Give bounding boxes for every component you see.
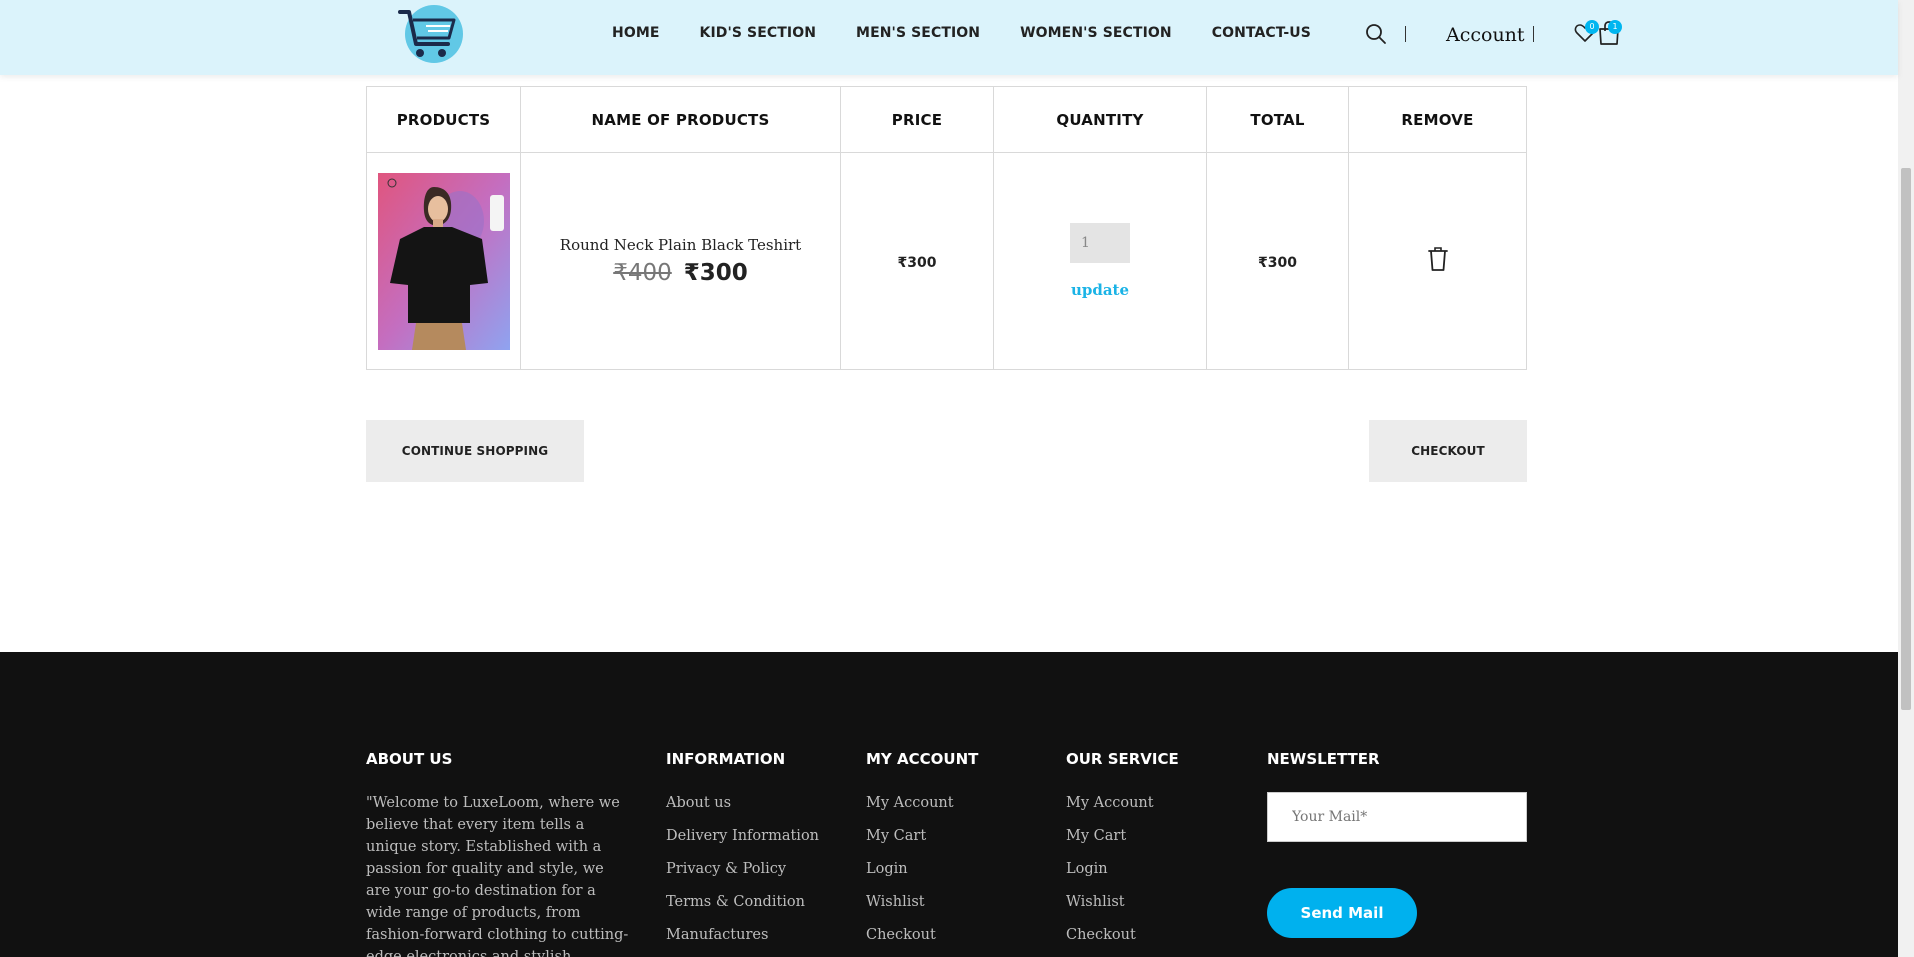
quantity-cell: update	[993, 152, 1207, 370]
update-quantity-link[interactable]: update	[994, 281, 1206, 299]
continue-shopping-button[interactable]: CONTINUE SHOPPING	[366, 420, 584, 482]
quantity-input[interactable]	[1070, 223, 1130, 263]
column-header-name: NAME OF PRODUCTS	[520, 86, 841, 153]
footer-information-links: About us Delivery Information Privacy & …	[666, 792, 819, 957]
column-header-price: PRICE	[840, 86, 994, 153]
cart-logo-icon[interactable]	[396, 0, 466, 72]
footer-link-manufactures[interactable]: Manufactures	[666, 924, 819, 957]
account-link[interactable]: Account	[1446, 24, 1525, 46]
footer-newsletter-title: NEWSLETTER	[1267, 750, 1380, 768]
checkout-button[interactable]: CHECKOUT	[1369, 420, 1527, 482]
line-total: ₹300	[1258, 254, 1297, 271]
footer-link-checkout[interactable]: Checkout	[1066, 924, 1179, 957]
sale-price: ₹300	[683, 260, 748, 286]
total-cell: ₹300	[1206, 152, 1349, 370]
footer-information-title: INFORMATION	[666, 750, 786, 768]
footer-link-my-account[interactable]: My Account	[1066, 792, 1179, 825]
column-header-quantity: QUANTITY	[993, 86, 1207, 153]
main-nav: HOME KID'S SECTION MEN'S SECTION WOMEN'S…	[612, 25, 1351, 41]
cart-item-row: Round Neck Plain Black Teshirt ₹400 ₹300…	[366, 152, 1527, 370]
nav-home[interactable]: HOME	[612, 25, 660, 41]
footer-my-account-title: MY ACCOUNT	[866, 750, 979, 768]
footer-link-wishlist[interactable]: Wishlist	[1066, 891, 1179, 924]
product-image[interactable]	[377, 172, 510, 350]
scrollbar-thumb[interactable]	[1901, 168, 1911, 710]
product-image-cell	[366, 152, 521, 370]
column-header-products: PRODUCTS	[366, 86, 521, 153]
footer-link-login[interactable]: Login	[866, 858, 978, 891]
remove-cell	[1348, 152, 1527, 370]
cart-table: PRODUCTS NAME OF PRODUCTS PRICE QUANTITY…	[366, 86, 1527, 370]
footer-about-text: "Welcome to LuxeLoom, where we believe t…	[366, 795, 629, 957]
header-divider	[1533, 26, 1534, 42]
product-name[interactable]: Round Neck Plain Black Teshirt	[521, 236, 840, 254]
footer-our-service: OUR SERVICE My Account My Cart Login Wis…	[1066, 750, 1179, 957]
footer-link-checkout[interactable]: Checkout	[866, 924, 978, 957]
footer-my-account: MY ACCOUNT My Account My Cart Login Wish…	[866, 750, 978, 957]
old-price: ₹400	[613, 260, 672, 286]
footer-link-about-us[interactable]: About us	[666, 792, 819, 825]
footer-our-service-title: OUR SERVICE	[1066, 750, 1179, 768]
cart-count-badge: 1	[1608, 20, 1622, 34]
product-price-row: ₹400 ₹300	[521, 260, 840, 286]
footer-information: INFORMATION About us Delivery Informatio…	[666, 750, 819, 957]
nav-womens-section[interactable]: WOMEN'S SECTION	[1020, 25, 1172, 41]
footer-link-terms-condition[interactable]: Terms & Condition	[666, 891, 819, 924]
nav-kids-section[interactable]: KID'S SECTION	[700, 25, 817, 41]
product-name-cell: Round Neck Plain Black Teshirt ₹400 ₹300	[520, 152, 841, 370]
footer-link-privacy-policy[interactable]: Privacy & Policy	[666, 858, 819, 891]
footer-my-account-links: My Account My Cart Login Wishlist Checko…	[866, 792, 978, 957]
column-header-total: TOTAL	[1206, 86, 1349, 153]
price-cell: ₹300	[840, 152, 994, 370]
unit-price: ₹300	[897, 254, 937, 271]
footer-link-delivery-information[interactable]: Delivery Information	[666, 825, 819, 858]
header-divider	[1405, 26, 1406, 42]
footer-our-service-links: My Account My Cart Login Wishlist Checko…	[1066, 792, 1179, 957]
nav-mens-section[interactable]: MEN'S SECTION	[856, 25, 980, 41]
footer-newsletter: NEWSLETTER Send Mail	[1267, 750, 1527, 938]
send-mail-button[interactable]: Send Mail	[1267, 888, 1417, 938]
footer-about-title: ABOUT US	[366, 750, 453, 768]
search-icon[interactable]	[1364, 22, 1388, 46]
footer-link-my-account[interactable]: My Account	[866, 792, 978, 825]
footer-link-my-cart[interactable]: My Cart	[1066, 825, 1179, 858]
footer-link-wishlist[interactable]: Wishlist	[866, 891, 978, 924]
footer-link-my-cart[interactable]: My Cart	[866, 825, 978, 858]
column-header-remove: REMOVE	[1348, 86, 1527, 153]
footer-link-login[interactable]: Login	[1066, 858, 1179, 891]
site-footer: ABOUT US "Welcome to LuxeLoom, where we …	[0, 652, 1898, 957]
newsletter-email-input[interactable]	[1267, 792, 1527, 842]
site-header: HOME KID'S SECTION MEN'S SECTION WOMEN'S…	[0, 0, 1898, 75]
cart-table-header: PRODUCTS NAME OF PRODUCTS PRICE QUANTITY…	[366, 86, 1527, 153]
trash-icon[interactable]	[1427, 246, 1449, 272]
page-scrollbar[interactable]	[1898, 0, 1914, 957]
nav-contact-us[interactable]: CONTACT-US	[1212, 25, 1311, 41]
footer-about: ABOUT US "Welcome to LuxeLoom, where we …	[366, 750, 632, 957]
